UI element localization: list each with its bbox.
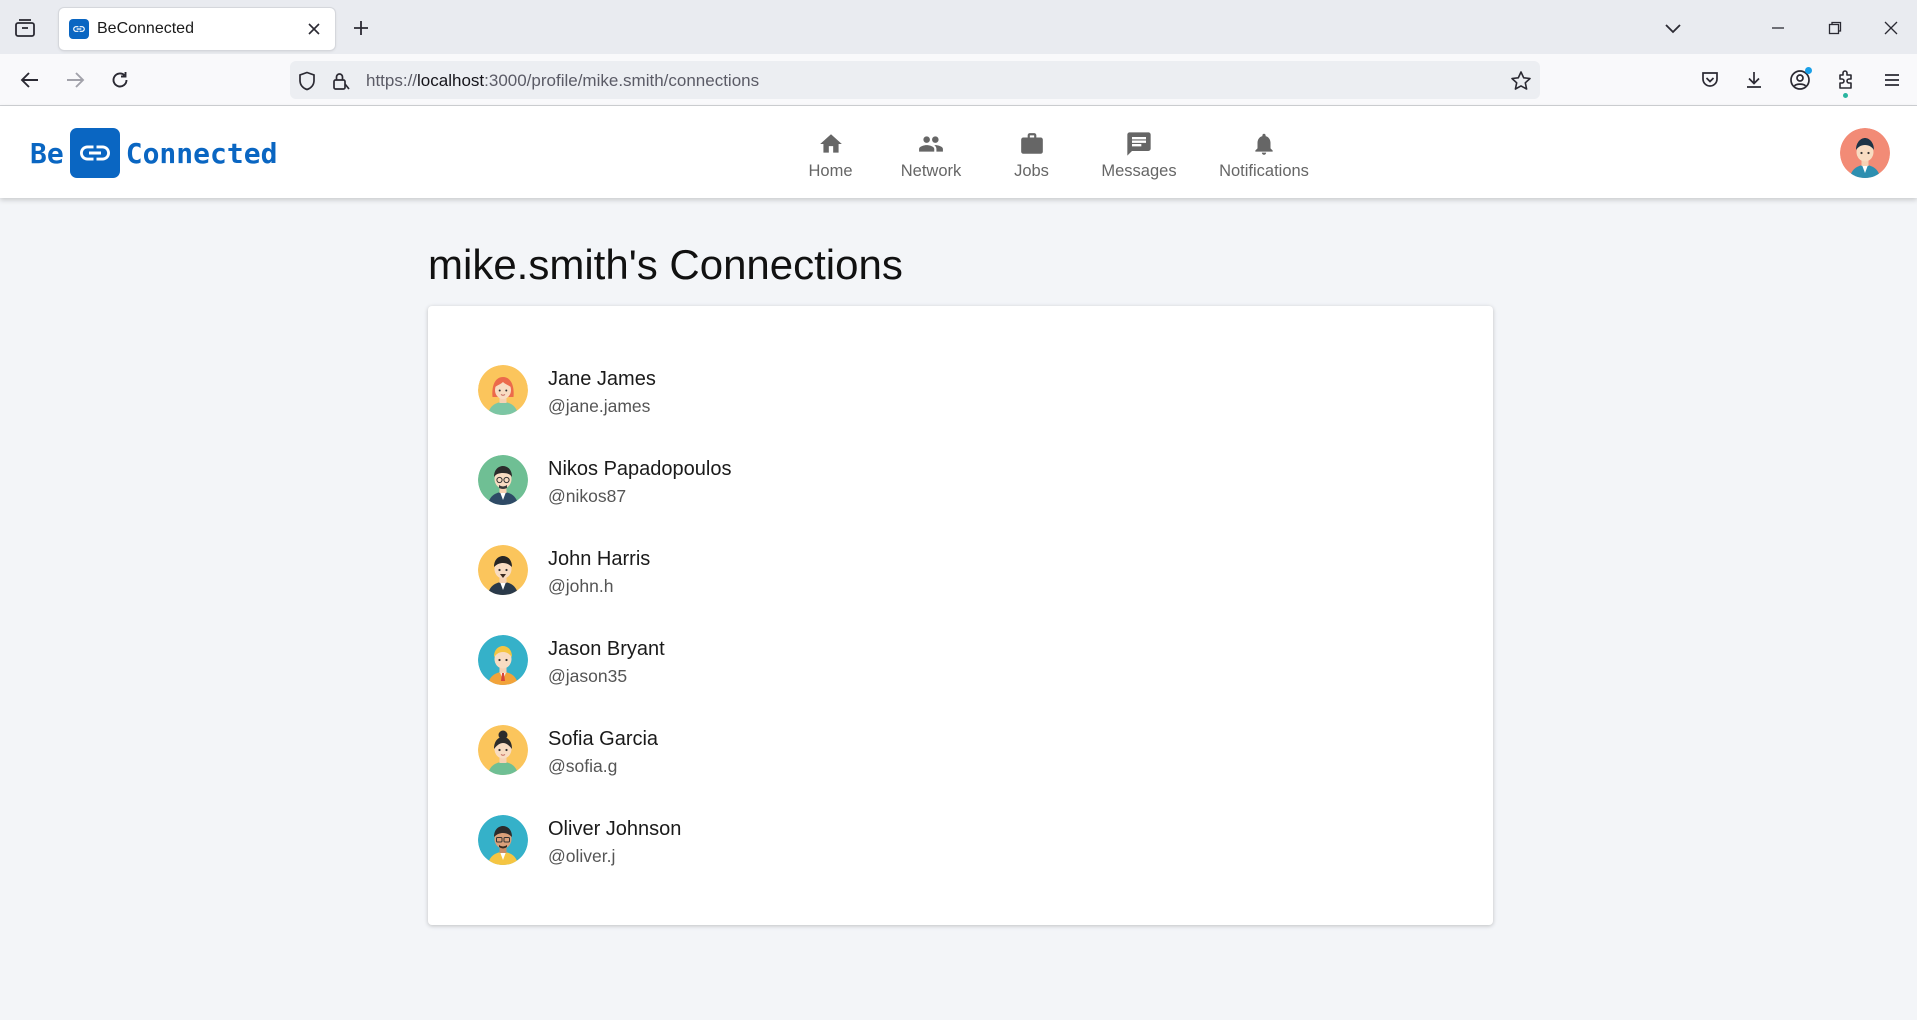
pocket-icon[interactable] (1696, 66, 1724, 94)
avatar[interactable] (478, 635, 528, 685)
address-bar[interactable]: https://localhost:3000/profile/mike.smit… (290, 61, 1540, 99)
people-icon (916, 130, 946, 158)
list-item[interactable]: Jane James @jane.james (478, 365, 731, 455)
connection-handle: @jason35 (548, 666, 628, 686)
notification-dot (1805, 67, 1812, 74)
connection-name[interactable]: Jane James (548, 367, 656, 391)
connection-info: John Harris @john.h (548, 547, 650, 598)
connection-name[interactable]: Oliver Johnson (548, 817, 681, 841)
restore-icon[interactable] (1820, 13, 1850, 43)
chevron-down-icon[interactable] (1660, 15, 1686, 41)
menu-icon[interactable] (1878, 66, 1906, 94)
nav-item-messages[interactable]: Messages (1072, 124, 1206, 184)
avatar[interactable] (478, 725, 528, 775)
close-window-icon[interactable] (1876, 13, 1906, 43)
connections-list: Jane James @jane.james Nikos Papadopoulo… (478, 365, 731, 905)
reload-icon[interactable] (106, 66, 134, 94)
connection-handle: @john.h (548, 576, 614, 596)
new-tab-icon[interactable] (348, 15, 374, 41)
page-title: mike.smith's Connections (428, 241, 903, 288)
app-header: Be Connected Home Network Jobs Messages … (0, 106, 1917, 198)
brand-logo[interactable]: Be Connected (30, 128, 277, 178)
connection-handle: @jane.james (548, 396, 651, 416)
connection-handle: @sofia.g (548, 756, 618, 776)
connection-handle: @nikos87 (548, 486, 627, 506)
connection-info: Sofia Garcia @sofia.g (548, 727, 658, 778)
close-tab-icon[interactable] (303, 18, 325, 40)
connections-card: Jane James @jane.james Nikos Papadopoulo… (428, 306, 1493, 925)
tab-list-icon[interactable] (12, 15, 38, 41)
shield-icon[interactable] (296, 70, 318, 92)
list-item[interactable]: Oliver Johnson @oliver.j (478, 815, 731, 905)
list-item[interactable]: Jason Bryant @jason35 (478, 635, 731, 725)
download-icon[interactable] (1740, 66, 1768, 94)
avatar[interactable] (478, 545, 528, 595)
browser-tab-strip: BeConnected (0, 0, 1917, 54)
connection-info: Jason Bryant @jason35 (548, 637, 665, 688)
url-prefix: https:// (366, 71, 418, 90)
url-host: localhost (417, 71, 485, 90)
link-icon (69, 19, 89, 39)
account-icon[interactable] (1786, 66, 1814, 94)
briefcase-icon (1017, 130, 1047, 158)
minimize-icon[interactable] (1763, 13, 1793, 43)
user-avatar[interactable] (1840, 128, 1890, 178)
connection-name[interactable]: John Harris (548, 547, 650, 571)
nav-label: Notifications (1219, 162, 1309, 180)
avatar[interactable] (478, 815, 528, 865)
logo-text-be: Be (30, 136, 64, 170)
nav-item-network[interactable]: Network (871, 124, 991, 184)
link-icon (69, 128, 120, 178)
nav-item-jobs[interactable]: Jobs (991, 124, 1072, 184)
tab-title: BeConnected (97, 20, 194, 37)
avatar[interactable] (478, 365, 528, 415)
url-path: :3000/profile/mike.smith/connections (484, 71, 760, 90)
logo-text-connected: Connected (125, 136, 278, 170)
list-item[interactable]: Sofia Garcia @sofia.g (478, 725, 731, 815)
list-item[interactable]: Nikos Papadopoulos @nikos87 (478, 455, 731, 545)
browser-tab[interactable]: BeConnected (59, 8, 335, 50)
nav-label: Home (808, 162, 853, 180)
nav-label: Network (900, 162, 962, 180)
nav-label: Messages (1101, 162, 1177, 180)
browser-navigation-bar: https://localhost:3000/profile/mike.smit… (0, 54, 1917, 106)
connection-info: Jane James @jane.james (548, 367, 656, 418)
nav-item-home[interactable]: Home (790, 124, 871, 184)
connection-info: Nikos Papadopoulos @nikos87 (548, 457, 731, 508)
list-item[interactable]: John Harris @john.h (478, 545, 731, 635)
lock-icon[interactable] (330, 70, 352, 92)
connection-handle: @oliver.j (548, 846, 616, 866)
forward-icon[interactable] (61, 66, 89, 94)
connection-name[interactable]: Sofia Garcia (548, 727, 658, 751)
status-dot (1843, 93, 1848, 98)
message-icon (1124, 130, 1154, 158)
bookmark-star-icon[interactable] (1510, 70, 1532, 92)
home-icon (816, 130, 846, 158)
connection-info: Oliver Johnson @oliver.j (548, 817, 681, 868)
main-navigation: Home Network Jobs Messages Notifications (790, 124, 1322, 184)
nav-item-notifications[interactable]: Notifications (1206, 124, 1322, 184)
bell-icon (1249, 130, 1279, 158)
avatar[interactable] (478, 455, 528, 505)
nav-label: Jobs (1014, 162, 1049, 180)
extensions-icon[interactable] (1832, 66, 1860, 98)
connection-name[interactable]: Nikos Papadopoulos (548, 457, 731, 481)
back-icon[interactable] (16, 66, 44, 94)
url-text: https://localhost:3000/profile/mike.smit… (366, 71, 759, 91)
connection-name[interactable]: Jason Bryant (548, 637, 665, 661)
